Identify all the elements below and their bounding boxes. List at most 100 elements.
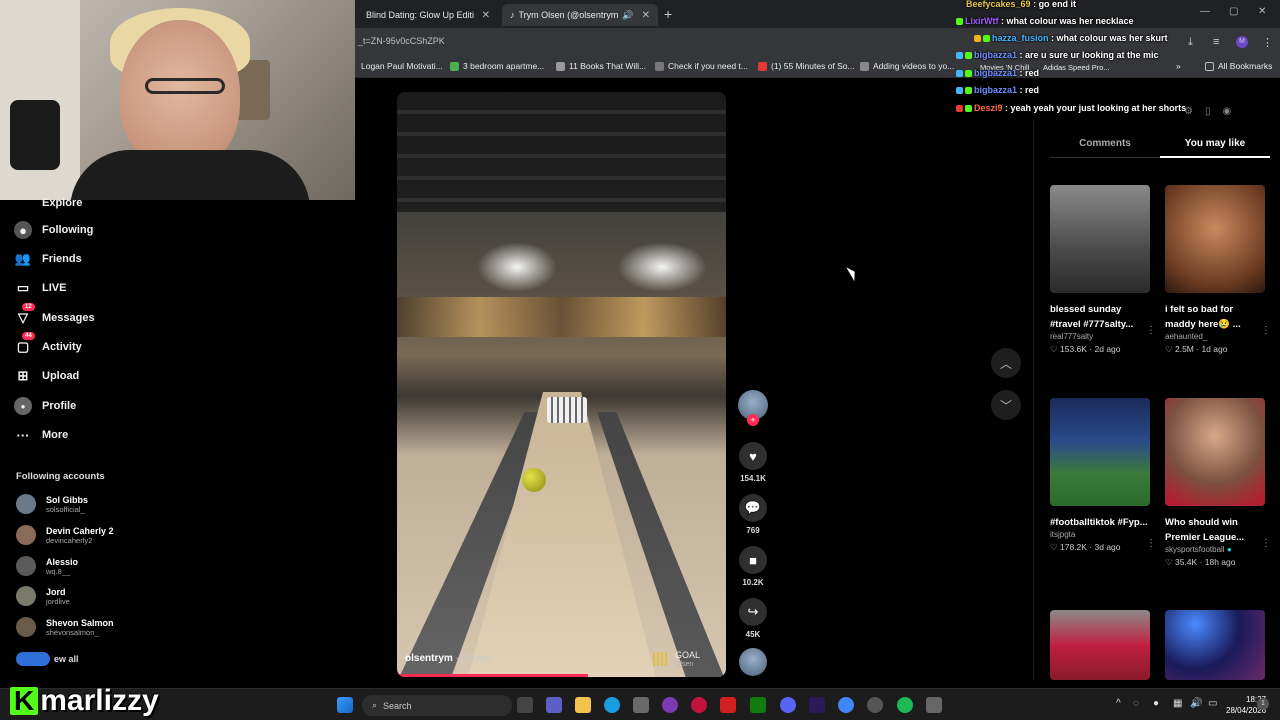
- sidebar-item-live[interactable]: ▭ LIVE: [14, 279, 67, 297]
- sidebar-item-friends[interactable]: 👥 Friends: [14, 250, 82, 268]
- close-icon[interactable]: ✕: [642, 10, 650, 21]
- follow-plus-icon[interactable]: +: [747, 414, 759, 426]
- bookmark-item[interactable]: Adidas Speed Pro...: [1043, 63, 1110, 72]
- close-icon[interactable]: ✕: [482, 10, 490, 21]
- menu-kebab-icon[interactable]: ⋮: [1262, 36, 1273, 49]
- see-all-link[interactable]: ew all: [16, 652, 79, 666]
- volume-icon[interactable]: 🔊: [1190, 698, 1202, 709]
- speaker-icon[interactable]: 🔊: [622, 10, 633, 21]
- battery-icon[interactable]: ▭: [1208, 698, 1217, 709]
- badge-icon: [974, 35, 981, 43]
- profile-avatar-icon[interactable]: M: [1236, 36, 1248, 48]
- more-options-icon[interactable]: ⋮: [1146, 538, 1156, 549]
- spotify-icon[interactable]: [897, 697, 913, 713]
- chevron-right-icon[interactable]: »: [1176, 61, 1181, 71]
- task-view-icon[interactable]: [517, 697, 533, 713]
- file-explorer-icon[interactable]: [575, 697, 591, 713]
- chevron-up-icon[interactable]: ^: [1116, 698, 1121, 709]
- settings-icon[interactable]: [926, 697, 942, 713]
- tab-you-may-like[interactable]: You may like: [1160, 138, 1270, 158]
- acrobat-icon[interactable]: [720, 697, 736, 713]
- following-icon: ●: [14, 221, 32, 239]
- suggested-video-card[interactable]: i felt so bad for maddy here😢 ... ⋮ aeha…: [1165, 185, 1271, 355]
- music-info[interactable]: GOAL Olsen: [653, 650, 700, 668]
- next-video-button[interactable]: ﹀: [991, 390, 1021, 420]
- playlist-icon[interactable]: ≡: [1213, 36, 1219, 48]
- share-count: 45K: [745, 630, 761, 639]
- chrome-icon[interactable]: [838, 697, 854, 713]
- taskbar-search[interactable]: ⌕ Search: [362, 695, 512, 716]
- tab-comments[interactable]: Comments: [1050, 138, 1160, 158]
- sidebar-item-activity[interactable]: ▢ 44 Activity: [14, 332, 82, 356]
- minimize-icon[interactable]: —: [1200, 6, 1210, 17]
- premiere-icon[interactable]: [809, 697, 825, 713]
- xbox-icon[interactable]: [750, 697, 766, 713]
- url-field[interactable]: _t=ZN-95v0cCShZPK: [358, 36, 445, 46]
- discord-icon[interactable]: [780, 697, 796, 713]
- suggested-video-card[interactable]: [1050, 610, 1150, 680]
- video-author[interactable]: olsentrym · 6d ago: [405, 653, 492, 664]
- sidebar-item-messages[interactable]: ▽ 12 Messages: [14, 303, 95, 327]
- suggested-video-card[interactable]: [1165, 610, 1265, 680]
- following-account[interactable]: Sol Gibbs solsofficial_: [16, 494, 88, 514]
- windows-start-icon[interactable]: [337, 697, 353, 713]
- sidebar-item-profile[interactable]: ● Profile: [14, 397, 76, 415]
- more-options-icon[interactable]: ⋮: [1146, 325, 1156, 336]
- following-account[interactable]: Jord jordlive: [16, 586, 70, 606]
- obs-icon[interactable]: [867, 697, 883, 713]
- all-bookmarks[interactable]: All Bookmarks: [1205, 61, 1272, 71]
- wifi-icon[interactable]: ▦: [1173, 698, 1182, 709]
- tiktok-icon: ♪: [510, 10, 515, 20]
- following-account[interactable]: Shevon Salmon shevonsalmon_: [16, 617, 114, 637]
- webcam-face: [120, 20, 240, 170]
- sidebar-item-upload[interactable]: ⊞ Upload: [14, 367, 80, 385]
- opera-icon[interactable]: [691, 697, 707, 713]
- sidebar-item-following[interactable]: ● Following: [14, 221, 93, 239]
- microphone-icon[interactable]: ●: [1153, 698, 1159, 709]
- suggested-video-card[interactable]: Who should win Premier League... ⋮ skysp…: [1165, 398, 1271, 568]
- tab-trym-olsen[interactable]: ♪ Trym Olsen (@olsentrym)'s 🔊 ✕: [502, 4, 658, 26]
- more-options-icon[interactable]: ⋮: [1261, 538, 1271, 549]
- following-account[interactable]: Alessio wq.8__: [16, 556, 78, 576]
- tab-blind-dating[interactable]: Blind Dating: Glow Up Edition ✕: [358, 4, 498, 26]
- bookmark-item[interactable]: 3 bedroom apartme...: [450, 61, 544, 71]
- phone-icon[interactable]: ▯: [1205, 106, 1211, 117]
- video-ball: [522, 468, 546, 492]
- bookmark-item[interactable]: Check if you need t...: [655, 61, 748, 71]
- notification-icon[interactable]: 1: [1257, 698, 1269, 710]
- app-icon[interactable]: [662, 697, 678, 713]
- bookmark-item[interactable]: Adding videos to yo...: [860, 61, 954, 71]
- save-button[interactable]: ■ 10.2K: [738, 546, 768, 587]
- video-ceiling: [397, 92, 726, 212]
- panel-toolbar: ⚙ ▯ ◉: [1184, 106, 1231, 117]
- sidebar-item-more[interactable]: ··· More: [14, 426, 69, 444]
- teams-icon[interactable]: [546, 697, 562, 713]
- store-icon[interactable]: [633, 697, 649, 713]
- network-icon[interactable]: ◌: [1133, 698, 1139, 709]
- close-window-icon[interactable]: ✕: [1258, 6, 1266, 17]
- maximize-icon[interactable]: ▢: [1229, 6, 1238, 17]
- suggested-video-card[interactable]: blessed sunday #travel #777salty... ⋮ re…: [1050, 185, 1156, 355]
- suggested-video-card[interactable]: #footballtiktok #Fyp... ⋮ itsjpgta ♡ 178…: [1050, 398, 1156, 553]
- following-account[interactable]: Devin Caherly 2 devincaherly2: [16, 525, 114, 545]
- comment-button[interactable]: 💬 769: [738, 494, 768, 535]
- author-avatar-button[interactable]: +: [738, 390, 768, 426]
- video-progress-bar[interactable]: [397, 674, 588, 677]
- bookmark-item[interactable]: Logan Paul Motivati...: [361, 61, 443, 71]
- edge-icon[interactable]: [604, 697, 620, 713]
- previous-video-button[interactable]: ︿: [991, 348, 1021, 378]
- avatar: [16, 586, 36, 606]
- download-icon[interactable]: ⤓: [1188, 36, 1193, 49]
- bookmark-item[interactable]: 11 Books That Will...: [556, 61, 646, 71]
- more-options-icon[interactable]: ⋮: [1261, 325, 1271, 336]
- music-disc-button[interactable]: [738, 648, 768, 676]
- video-player[interactable]: olsentrym · 6d ago GOAL Olsen: [397, 92, 726, 677]
- share-button[interactable]: ↪ 45K: [738, 598, 768, 639]
- sidebar-item-explore[interactable]: Explore: [14, 194, 82, 212]
- bookmark-item[interactable]: (1) 55 Minutes of So...: [758, 61, 855, 71]
- avatar-icon[interactable]: ◉: [1222, 106, 1231, 117]
- new-tab-button[interactable]: +: [664, 6, 672, 22]
- profile-icon: ●: [14, 397, 32, 415]
- video-light: [477, 242, 557, 292]
- like-button[interactable]: ♥ 154.1K: [738, 442, 768, 483]
